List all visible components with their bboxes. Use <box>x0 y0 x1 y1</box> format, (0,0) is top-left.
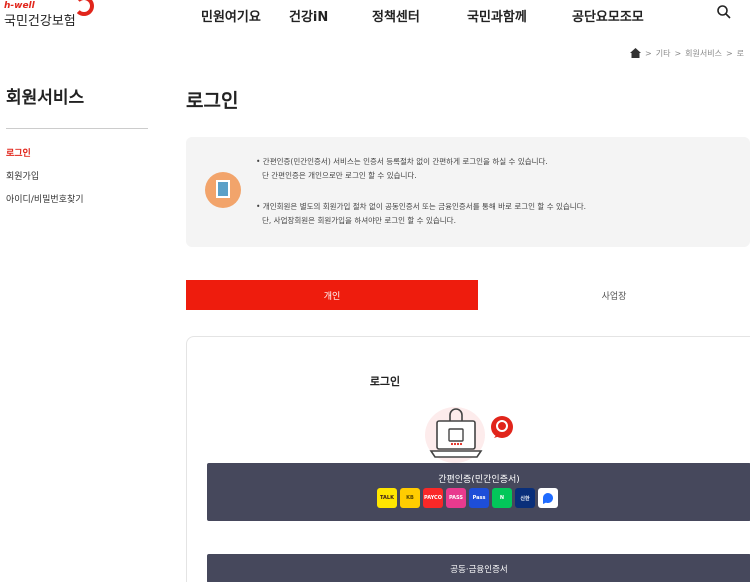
sidebar-divider <box>6 128 148 129</box>
auth-provider-icons: TALK KB PAYCO PASS Pass N 신한 <box>377 488 558 508</box>
nav-item-civil[interactable]: 민원여기요 <box>201 6 261 25</box>
breadcrumb-separator: > <box>645 48 652 58</box>
toss-icon: KB <box>400 488 420 508</box>
header: h-well 국민건강보험 민원여기요 건강iN 정책센터 국민과함께 공단요모… <box>0 0 750 38</box>
nav-item-with-people[interactable]: 국민과함께 <box>467 6 527 25</box>
nav-item-health-in[interactable]: 건강iN <box>289 6 328 25</box>
kakao-icon: TALK <box>377 488 397 508</box>
member-type-tabs: 개인 사업장 <box>186 280 750 310</box>
shinhan-icon: 신한 <box>515 488 535 508</box>
nav-item-policy[interactable]: 정책센터 <box>372 6 420 25</box>
logo[interactable]: h-well 국민건강보험 <box>4 0 94 34</box>
nav-item-about[interactable]: 공단요모조모 <box>572 6 644 25</box>
notice-box: • 간편인증(민간인증서) 서비스는 인증서 등록절차 없이 간편하게 로그인을… <box>186 137 750 247</box>
breadcrumb-item[interactable]: 로 <box>737 48 744 59</box>
login-card: 로그인 간편인증(민간인증서) TALK KB PAYCO PASS Pass N 신한 공… <box>186 336 750 582</box>
login-heading: 로그인 <box>369 375 401 388</box>
naver-icon: N <box>492 488 512 508</box>
sidebar-item-signup[interactable]: 회원가입 <box>6 169 39 182</box>
breadcrumb-item[interactable]: 회원서비스 <box>685 48 722 59</box>
breadcrumb: > 기타 > 회원서비스 > 로 <box>630 46 744 60</box>
samsung-pass-icon: Pass <box>469 488 489 508</box>
notice-line: • 개인회원은 별도의 회원가입 절차 없이 공동인증서 또는 금융인증서를 통… <box>256 202 586 211</box>
simple-auth-label: 간편인증(민간인증서) <box>438 475 520 485</box>
payco-icon: PAYCO <box>423 488 443 508</box>
search-icon[interactable] <box>716 4 732 20</box>
tab-personal[interactable]: 개인 <box>186 280 478 310</box>
logo-title: 국민건강보험 <box>4 14 76 29</box>
notice-line: • 간편인증(민간인증서) 서비스는 인증서 등록절차 없이 간편하게 로그인을… <box>256 157 548 166</box>
pass-icon: PASS <box>446 488 466 508</box>
breadcrumb-separator: > <box>725 48 733 58</box>
breadcrumb-item[interactable]: 기타 <box>656 48 671 59</box>
sidebar-item-login[interactable]: 로그인 <box>6 146 31 159</box>
tab-business[interactable]: 사업장 <box>478 280 750 310</box>
home-icon[interactable] <box>630 48 641 58</box>
building-icon <box>205 172 241 208</box>
logo-mark-icon <box>74 0 94 16</box>
notice-line: 단, 사업장회원은 회원가입을 하셔야만 로그인 할 수 있습니다. <box>262 216 456 225</box>
breadcrumb-separator: > <box>674 48 682 58</box>
sidebar-title: 회원서비스 <box>6 88 85 108</box>
notice-line: 단 간편인증은 개인으로만 로그인 할 수 있습니다. <box>262 171 417 180</box>
certificate-login-button[interactable]: 공동·금융인증서 <box>207 554 750 582</box>
simple-auth-button[interactable]: 간편인증(민간인증서) TALK KB PAYCO PASS Pass N 신한 <box>207 463 750 521</box>
bank-salad-icon <box>538 488 558 508</box>
page-title: 로그인 <box>186 90 239 112</box>
sidebar-item-find-account[interactable]: 아이디/비밀번호찾기 <box>6 192 84 205</box>
